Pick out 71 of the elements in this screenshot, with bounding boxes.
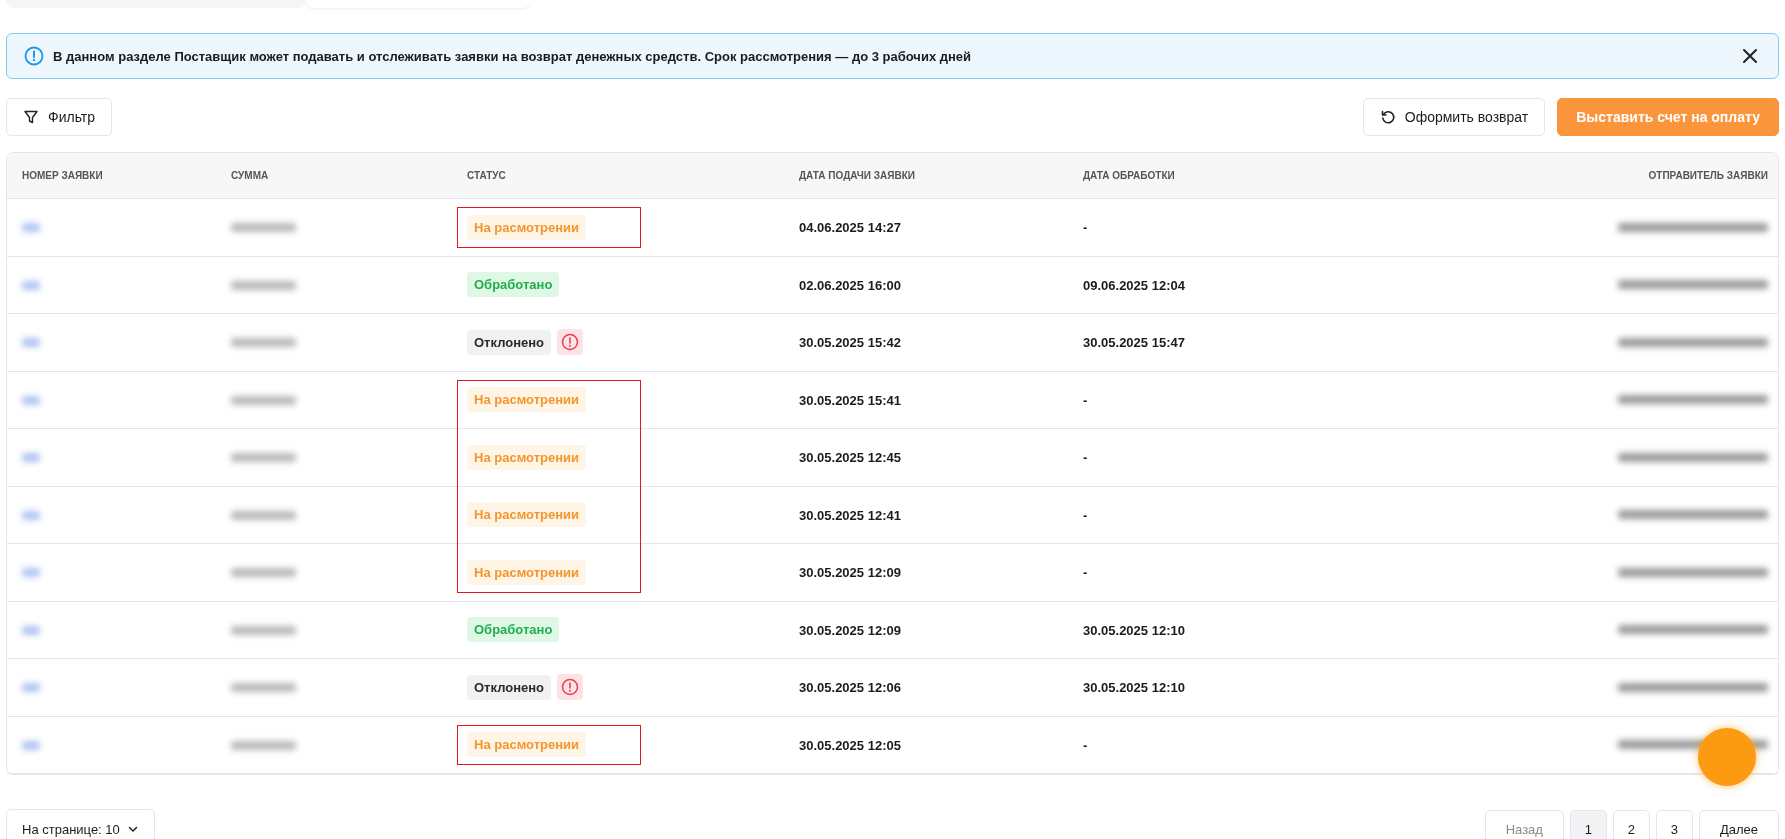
redacted-text: [231, 453, 296, 463]
redacted-text: [22, 568, 40, 578]
alert-icon[interactable]: [557, 329, 584, 356]
page-button[interactable]: 1: [1569, 810, 1607, 839]
redacted-text: [22, 223, 40, 233]
status-badge: Обработано: [467, 272, 560, 298]
filter-icon: [23, 109, 39, 125]
redacted-text: [22, 740, 40, 750]
chat-button[interactable]: [1698, 728, 1756, 786]
status-badge: На расмотрении: [467, 559, 587, 585]
table-cell: 30.05.2025 12:41: [799, 507, 901, 523]
redacted-text: [22, 683, 40, 693]
table-cell: 09.06.2025 12:04: [1083, 277, 1185, 293]
redacted-text: [22, 395, 40, 405]
table-cell: 30.05.2025 12:09: [799, 565, 901, 581]
redacted-text: [231, 568, 296, 578]
status-badge: На расмотрении: [467, 214, 587, 240]
status-badge: Отклонено: [467, 674, 552, 700]
redacted-text: [231, 510, 296, 520]
redacted-text: [22, 338, 40, 348]
filter-button[interactable]: Фильтр: [6, 98, 113, 136]
table-cell: -: [1083, 392, 1088, 408]
column-header: НОМЕР ЗАЯВКИ: [21, 170, 104, 181]
redacted-text: [22, 510, 40, 520]
redacted-text: [22, 625, 40, 635]
status-badge: На расмотрении: [467, 387, 587, 413]
table-cell: -: [1083, 450, 1088, 466]
table-cell: 30.05.2025 12:06: [799, 680, 901, 696]
table-cell: 30.05.2025 15:41: [799, 392, 901, 408]
column-header: ОТПРАВИТЕЛЬ ЗАЯВКИ: [1647, 170, 1769, 181]
table-cell: -: [1083, 507, 1088, 523]
redacted-text: [231, 395, 296, 405]
table-cell: 30.05.2025 12:09: [799, 622, 901, 638]
redacted-text: [231, 625, 296, 635]
table-cell: 30.05.2025 12:45: [799, 450, 901, 466]
status-badge: На расмотрении: [467, 732, 587, 758]
page-size-dropdown[interactable]: На странице: 10: [6, 809, 155, 839]
status-badge: Отклонено: [467, 329, 552, 355]
table-cell: 30.05.2025 12:10: [1083, 680, 1185, 696]
status-badge: На расмотрении: [467, 444, 587, 470]
page-button[interactable]: 3: [1655, 810, 1693, 839]
close-icon[interactable]: [1742, 48, 1758, 64]
next-button[interactable]: Далее: [1698, 810, 1779, 839]
redacted-text: [231, 683, 296, 693]
page-button[interactable]: 2: [1612, 810, 1650, 839]
redacted-text: [22, 453, 40, 463]
refresh-icon: [1379, 109, 1396, 125]
table-cell: 04.06.2025 14:27: [799, 220, 901, 236]
redacted-text: [231, 280, 296, 290]
table-cell: 30.05.2025 12:10: [1083, 622, 1185, 638]
table-cell: 30.05.2025 12:05: [799, 737, 901, 753]
table-cell: 30.05.2025 15:42: [799, 335, 901, 351]
status-badge: На расмотрении: [467, 502, 587, 528]
status-badge: Обработано: [467, 617, 560, 643]
redacted-text: [22, 280, 40, 290]
table-cell: 30.05.2025 15:47: [1083, 335, 1185, 351]
column-header: ДАТА ПОДАЧИ ЗАЯВКИ: [799, 170, 916, 181]
redacted-text: [231, 223, 296, 233]
redacted-text: [231, 740, 296, 750]
info-icon: [24, 46, 44, 66]
table-cell: -: [1083, 737, 1088, 753]
column-header: ДАТА ОБРАБОТКИ: [1083, 170, 1176, 181]
table-cell: 02.06.2025 16:00: [799, 277, 901, 293]
column-header: СУММА: [231, 170, 270, 181]
alert-icon[interactable]: [557, 674, 584, 701]
refund-button[interactable]: Оформить возврат: [1362, 98, 1546, 136]
redacted-text: [231, 338, 296, 348]
table-cell: -: [1083, 220, 1088, 236]
info-text: В данном разделе Поставщик может подавать и отслеживать заявки на возврат денежных средств. Срок рассмотрения — до 3 рабочих дней: [53, 48, 973, 64]
table-cell: -: [1083, 565, 1088, 581]
column-header: СТАТУС: [467, 170, 507, 181]
